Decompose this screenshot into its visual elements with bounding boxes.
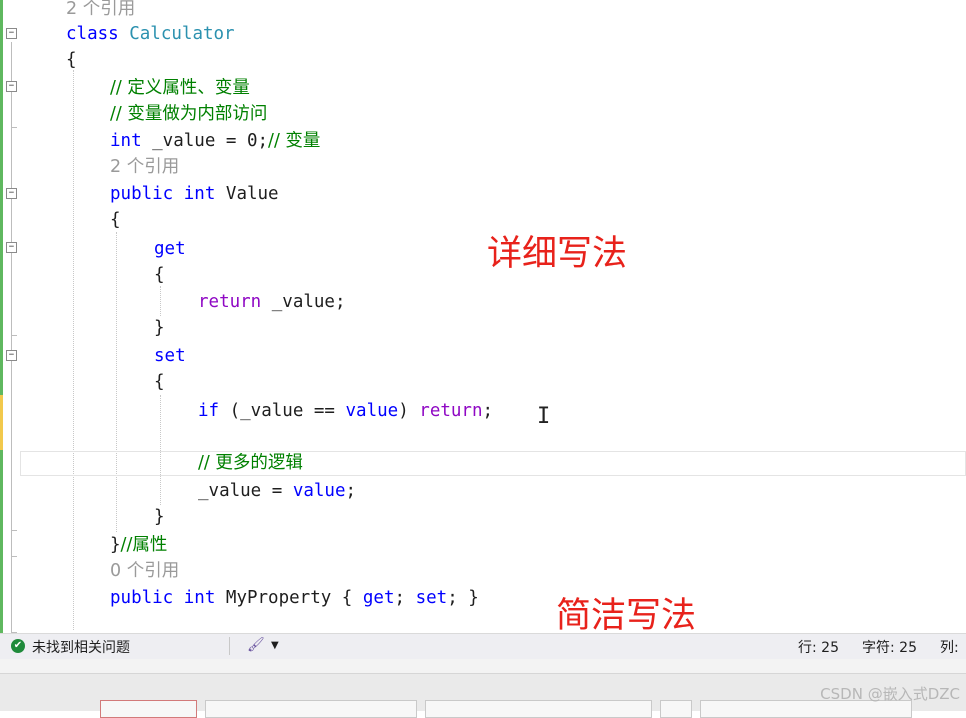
indent-guide bbox=[160, 395, 161, 505]
code-line: int _value = 0;// 变量 bbox=[110, 131, 321, 151]
code-line: // 变量做为内部访问 bbox=[110, 104, 268, 124]
unsaved-change-indicator bbox=[0, 395, 3, 450]
code-line: if (_value == value) return; bbox=[198, 401, 494, 421]
chevron-down-icon[interactable]: ▼ bbox=[271, 640, 279, 651]
outline-line bbox=[11, 42, 12, 632]
code-line: return _value; bbox=[198, 292, 346, 312]
column-number[interactable]: 列: bbox=[940, 637, 959, 657]
code-line: class Calculator bbox=[66, 24, 235, 44]
code-editor[interactable]: − − − − − 2 个引用 class Calculator { // 定义… bbox=[0, 0, 966, 633]
current-line-highlight bbox=[20, 451, 966, 476]
code-lens-references[interactable]: 2 个引用 bbox=[110, 154, 179, 180]
code-line: public int MyProperty { get; set; } bbox=[110, 588, 479, 608]
annotation-detailed: 详细写法 bbox=[487, 234, 628, 274]
line-number[interactable]: 行: 25 bbox=[798, 637, 839, 657]
code-line: // 定义属性、变量 bbox=[110, 78, 250, 98]
collapse-class-icon[interactable]: − bbox=[6, 28, 17, 39]
code-cleanup-icon[interactable]: 🖌 bbox=[247, 637, 265, 653]
char-number[interactable]: 字符: 25 bbox=[862, 637, 917, 657]
divider bbox=[229, 637, 230, 655]
tab-warnings[interactable] bbox=[205, 700, 417, 718]
outline-tick bbox=[11, 530, 17, 531]
indent-guide bbox=[73, 70, 74, 630]
code-line: public int Value bbox=[110, 184, 279, 204]
code-line: }//属性 bbox=[110, 535, 168, 555]
outline-tick bbox=[11, 127, 17, 128]
tab-errors[interactable] bbox=[100, 700, 197, 718]
collapse-set-icon[interactable]: − bbox=[6, 350, 17, 361]
code-line: _value = value; bbox=[198, 481, 357, 501]
code-lens-references[interactable]: 0 个引用 bbox=[110, 558, 179, 584]
collapse-get-icon[interactable]: − bbox=[6, 242, 17, 253]
code-line: // 更多的逻辑 bbox=[198, 453, 303, 473]
filter-button[interactable] bbox=[660, 700, 692, 718]
outline-tick bbox=[11, 556, 17, 557]
code-line: { bbox=[66, 50, 77, 70]
code-line: set bbox=[154, 346, 186, 366]
code-line: { bbox=[154, 265, 165, 285]
code-line: { bbox=[154, 372, 165, 392]
text-cursor-icon: I bbox=[537, 404, 551, 429]
change-indicator-bar bbox=[0, 0, 3, 633]
code-line: } bbox=[154, 318, 165, 338]
code-lens-references[interactable]: 2 个引用 bbox=[66, 0, 135, 22]
collapse-property-icon[interactable]: − bbox=[6, 188, 17, 199]
indent-guide bbox=[116, 232, 117, 532]
panel-splitter[interactable] bbox=[0, 659, 966, 674]
annotation-concise: 简洁写法 bbox=[556, 596, 697, 633]
code-line: get bbox=[154, 239, 186, 259]
outline-tick bbox=[11, 335, 17, 336]
issues-status[interactable]: 未找到相关问题 bbox=[32, 637, 130, 657]
code-line: { bbox=[110, 210, 121, 230]
editor-status-bar: ✔ 未找到相关问题 🖌 ▼ 行: 25 字符: 25 列: bbox=[0, 633, 966, 659]
watermark: CSDN @嵌入式DZC bbox=[820, 685, 960, 703]
code-line: } bbox=[154, 507, 165, 527]
tab-messages[interactable] bbox=[425, 700, 652, 718]
check-circle-icon[interactable]: ✔ bbox=[11, 639, 25, 653]
indent-guide bbox=[160, 286, 161, 316]
collapse-comment-icon[interactable]: − bbox=[6, 81, 17, 92]
